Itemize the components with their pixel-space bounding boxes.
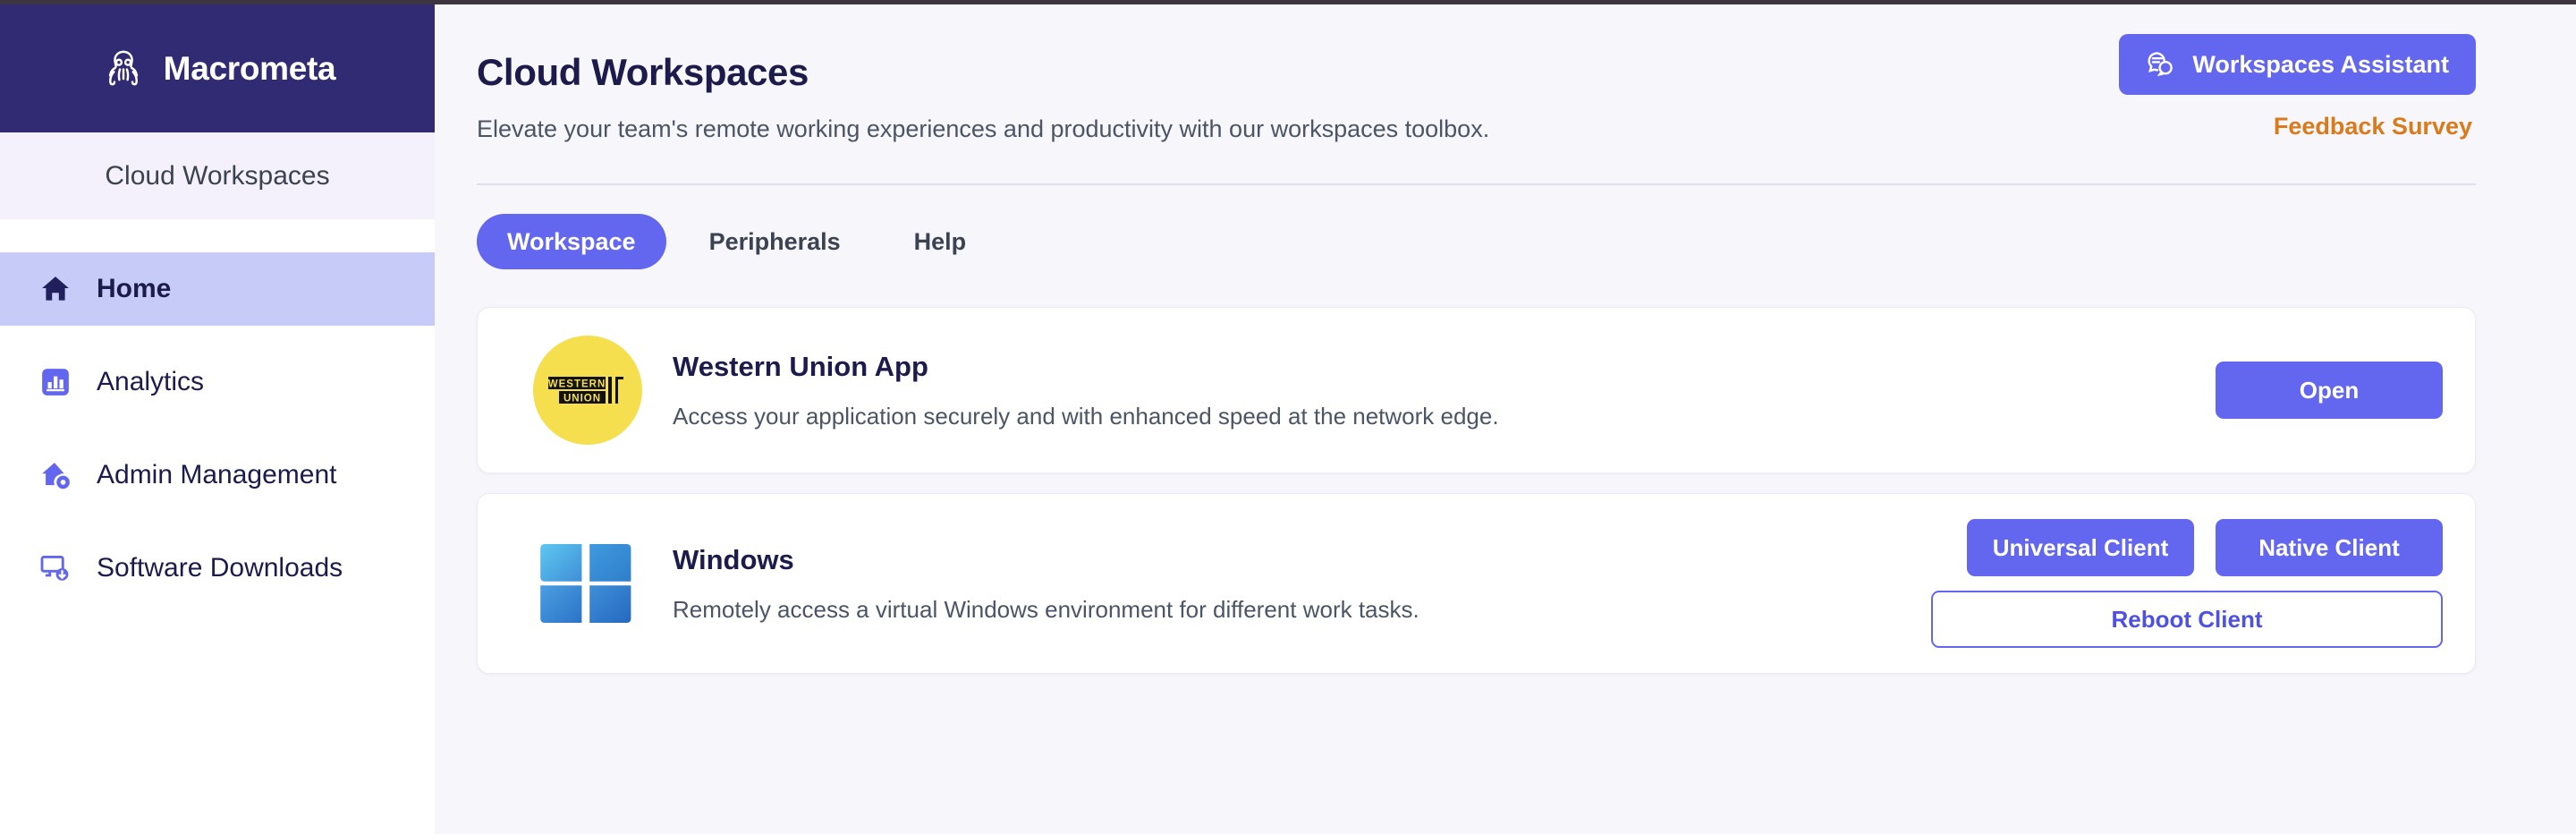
home-gear-icon <box>38 457 73 493</box>
card-description-windows: Remotely access a virtual Windows enviro… <box>673 595 1419 623</box>
windows-logo-icon <box>540 544 631 623</box>
sidebar-item-admin-management[interactable]: Admin Management <box>0 438 435 512</box>
svg-text:UNION: UNION <box>564 393 601 404</box>
sidebar-item-label-software-downloads: Software Downloads <box>97 553 343 583</box>
workspace-card-list: WESTERN UNION Western Union App Access y… <box>477 307 2476 674</box>
reboot-client-button[interactable]: Reboot Client <box>1931 591 2443 648</box>
sidebar-item-analytics[interactable]: Analytics <box>0 345 435 419</box>
card-logo-slot <box>533 529 642 638</box>
card-description-western-union: Access your application securely and wit… <box>673 402 1499 430</box>
card-text-block: Windows Remotely access a virtual Window… <box>673 544 1895 624</box>
western-union-logo-icon: WESTERN UNION <box>533 336 642 445</box>
card-button-row: Open <box>2216 362 2443 419</box>
main-area: Cloud Workspaces Elevate your team's rem… <box>435 4 2576 834</box>
tab-help[interactable]: Help <box>884 214 997 269</box>
tab-peripherals[interactable]: Peripherals <box>679 214 871 269</box>
sidebar-item-software-downloads[interactable]: Software Downloads <box>0 532 435 605</box>
sidebar-item-label-admin-management: Admin Management <box>97 460 337 489</box>
sidebar-item-home[interactable]: Home <box>0 252 435 326</box>
content-panel: Cloud Workspaces Elevate your team's rem… <box>477 4 2547 834</box>
octopus-logo-icon <box>99 45 148 93</box>
page-header: Cloud Workspaces Elevate your team's rem… <box>477 4 2512 143</box>
universal-client-button[interactable]: Universal Client <box>1967 519 2194 576</box>
chat-bubbles-icon <box>2146 49 2176 80</box>
workspaces-assistant-button[interactable]: Workspaces Assistant <box>2119 34 2476 95</box>
subbrand-label: Cloud Workspaces <box>105 160 330 191</box>
home-icon <box>38 271 73 307</box>
native-client-button[interactable]: Native Client <box>2216 519 2443 576</box>
sidebar-item-label-home: Home <box>97 274 172 303</box>
bar-chart-icon <box>38 364 73 400</box>
sidebar-nav: Home Analytics Admin Management Software… <box>0 219 435 605</box>
tab-workspace[interactable]: Workspace <box>477 214 666 269</box>
card-text-block: Western Union App Access your applicatio… <box>673 351 2180 430</box>
workspace-card-windows: Windows Remotely access a virtual Window… <box>477 493 2476 674</box>
sidebar: Macrometa Cloud Workspaces Home Analytic… <box>0 4 435 834</box>
brand-name: Macrometa <box>163 49 336 87</box>
content-right-edge <box>2547 4 2576 834</box>
brand-header: Macrometa <box>0 4 435 132</box>
subbrand-banner: Cloud Workspaces <box>0 132 435 219</box>
card-title-western-union: Western Union App <box>673 350 928 382</box>
open-button[interactable]: Open <box>2216 362 2443 419</box>
app-root: Macrometa Cloud Workspaces Home Analytic… <box>0 0 2576 834</box>
svg-text:WESTERN: WESTERN <box>548 379 606 389</box>
header-actions: Workspaces Assistant Feedback Survey <box>2119 34 2476 140</box>
tab-bar: Workspace Peripherals Help <box>477 185 2512 269</box>
feedback-survey-link[interactable]: Feedback Survey <box>2274 113 2472 140</box>
card-title-windows: Windows <box>673 543 794 575</box>
workspaces-assistant-label: Workspaces Assistant <box>2192 50 2449 78</box>
card-button-row: Universal Client Native Client <box>1967 519 2443 576</box>
sidebar-item-label-analytics: Analytics <box>97 367 205 396</box>
card-logo-slot: WESTERN UNION <box>533 336 642 445</box>
workspace-card-western-union: WESTERN UNION Western Union App Access y… <box>477 307 2476 473</box>
monitor-download-icon <box>38 550 73 586</box>
card-actions-windows: Universal Client Native Client Reboot Cl… <box>1931 519 2443 648</box>
card-actions-western-union: Open <box>2216 362 2443 419</box>
content-gutter <box>435 4 477 834</box>
